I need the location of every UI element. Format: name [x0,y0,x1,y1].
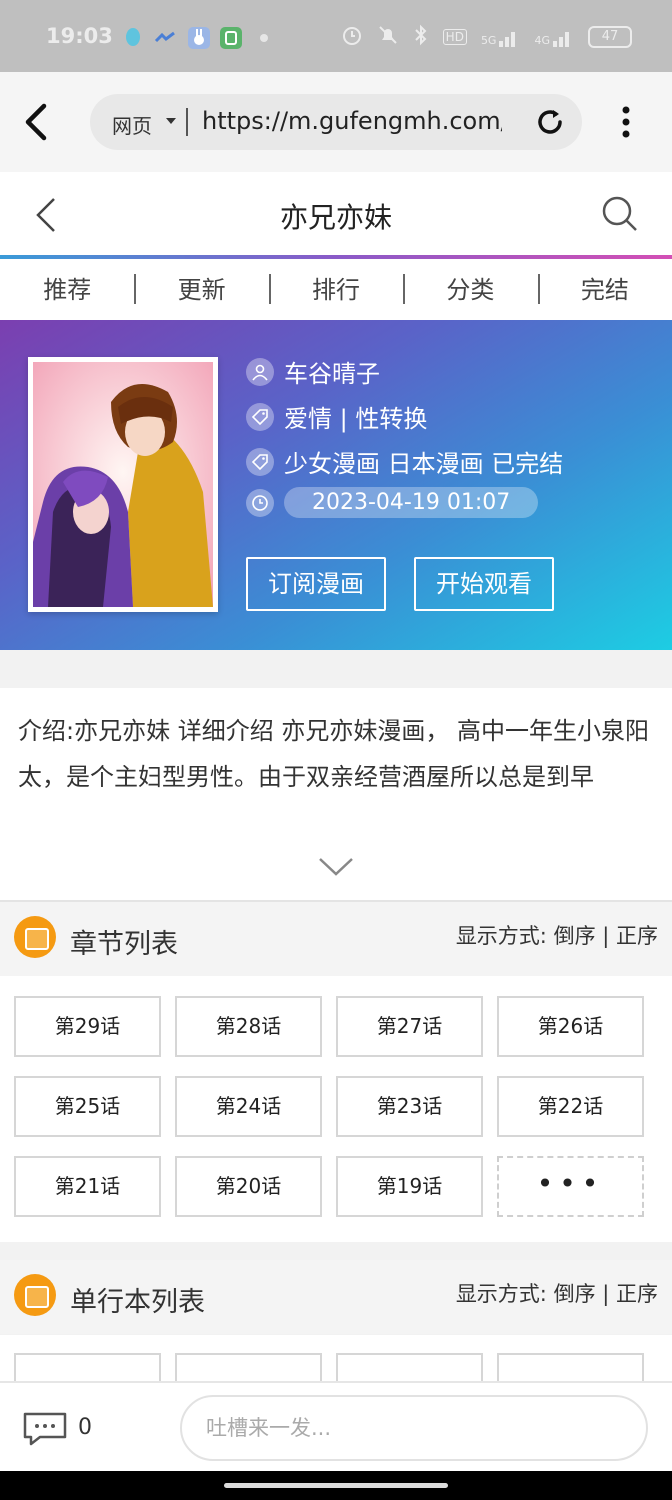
intro-section: 介绍:亦兄亦妹 详细介绍 亦兄亦妹漫画， 高中一年生小泉阳太，是个主妇型男性。由… [0,688,672,902]
chevron-down-icon[interactable] [318,856,354,878]
url-mode-selector[interactable]: 网页 [112,110,152,139]
updated-date: 2023-04-19 01:07 [284,487,539,518]
tab-updates[interactable]: 更新 [134,259,268,321]
tags-row: 少女漫画 日本漫画 已完结 [246,444,563,479]
chapter-list-header: 章节列表 显示方式: 倒序 | 正序 [0,902,672,976]
tags-text[interactable]: 少女漫画 日本漫画 已完结 [284,444,563,479]
tag-icon [246,447,274,476]
more-menu-icon[interactable] [612,104,640,140]
chapter-button[interactable]: 第28话 [175,996,322,1057]
status-right: HD 5G 4G 47 [341,24,632,50]
start-reading-button[interactable]: 开始观看 [414,557,554,611]
4g-label: 4G [534,34,550,47]
qq-icon [122,27,144,49]
battery-indicator: 47 [588,26,632,48]
chapter-button[interactable]: 第23话 [336,1076,483,1137]
more-chapters-button[interactable]: ••• [497,1156,644,1217]
chapter-button[interactable]: 第19话 [336,1156,483,1217]
status-bar: 19:03 HD 5G 4G 47 [0,0,672,72]
user-icon [246,357,274,386]
subscribe-button[interactable]: 订阅漫画 [246,557,386,611]
url-divider [186,108,188,136]
tab-completed[interactable]: 完结 [537,259,672,321]
volume-list-header: 单行本列表 显示方式: 倒序 | 正序 [0,1260,672,1334]
comic-hero: 车谷晴子 爱情 | 性转换 少女漫画 日本漫画 已完结 2023-04-19 0… [0,320,672,650]
chapter-button[interactable]: 第22话 [497,1076,644,1137]
book-icon [14,916,56,958]
bird-icon [154,27,176,49]
tab-categories[interactable]: 分类 [403,259,537,321]
comment-input[interactable]: 吐槽来一发... [180,1395,648,1461]
rabbit-icon [188,27,210,49]
mute-icon [377,24,399,50]
tab-recommend[interactable]: 推荐 [0,259,134,321]
chapter-button[interactable]: 第24话 [175,1076,322,1137]
chapter-button[interactable]: 第27话 [336,996,483,1057]
book-icon [14,1274,56,1316]
volume-grid [0,1335,672,1385]
section-title: 单行本列表 [70,1287,205,1318]
section-title: 章节列表 [70,929,178,960]
comment-icon[interactable] [22,1411,68,1447]
caret-down-icon[interactable] [166,118,176,124]
chapter-button[interactable]: 第20话 [175,1156,322,1217]
clock-icon [246,488,274,517]
hd-badge: HD [442,29,467,45]
genre-text[interactable]: 爱情 | 性转换 [284,399,427,434]
comment-bar: 0 吐槽来一发... [0,1381,672,1471]
system-nav-bar [0,1471,672,1500]
alarm-icon [341,24,363,50]
comic-cover[interactable] [28,357,218,612]
search-icon[interactable] [600,194,640,234]
page-title: 亦兄亦妹 [279,201,392,234]
cover-illustration [33,362,213,607]
chapter-button[interactable]: 第29话 [14,996,161,1057]
sort-toggle[interactable]: 显示方式: 倒序 | 正序 [456,1278,658,1308]
author-name[interactable]: 车谷晴子 [284,354,380,389]
address-bar[interactable]: 网页 https://m.gufengmh.com/ [90,94,582,150]
browser-back-icon[interactable] [18,102,54,142]
home-indicator[interactable] [224,1483,448,1488]
wechat-icon [220,27,242,49]
signal-4g: 4G [534,27,574,47]
chapter-button[interactable]: 第26话 [497,996,644,1057]
page-header: 亦兄亦妹 [0,172,672,256]
updated-row: 2023-04-19 01:07 [246,487,539,518]
browser-toolbar: 网页 https://m.gufengmh.com/ [0,72,672,172]
tab-ranking[interactable]: 排行 [268,259,403,321]
signal-5g: 5G [481,27,521,47]
dot-icon [260,34,268,42]
status-time: 19:03 [46,24,113,48]
reload-icon[interactable] [534,106,566,138]
chapter-grid: 第29话 第28话 第27话 第26话 第25话 第24话 第23话 第22话 … [0,976,672,1242]
genre-row: 爱情 | 性转换 [246,399,427,434]
tag-icon [246,402,274,431]
chapter-button[interactable]: 第25话 [14,1076,161,1137]
url-text[interactable]: https://m.gufengmh.com/ [202,107,502,135]
5g-label: 5G [480,34,497,47]
intro-text: 介绍:亦兄亦妹 详细介绍 亦兄亦妹漫画， 高中一年生小泉阳太，是个主妇型男性。由… [18,717,649,791]
chapter-button[interactable]: 第21话 [14,1156,161,1217]
sort-toggle[interactable]: 显示方式: 倒序 | 正序 [456,920,658,950]
bluetooth-icon [413,24,429,50]
category-nav: 推荐 更新 排行 分类 完结 [0,259,672,321]
author-row: 车谷晴子 [246,354,380,389]
comment-count: 0 [78,1415,92,1440]
